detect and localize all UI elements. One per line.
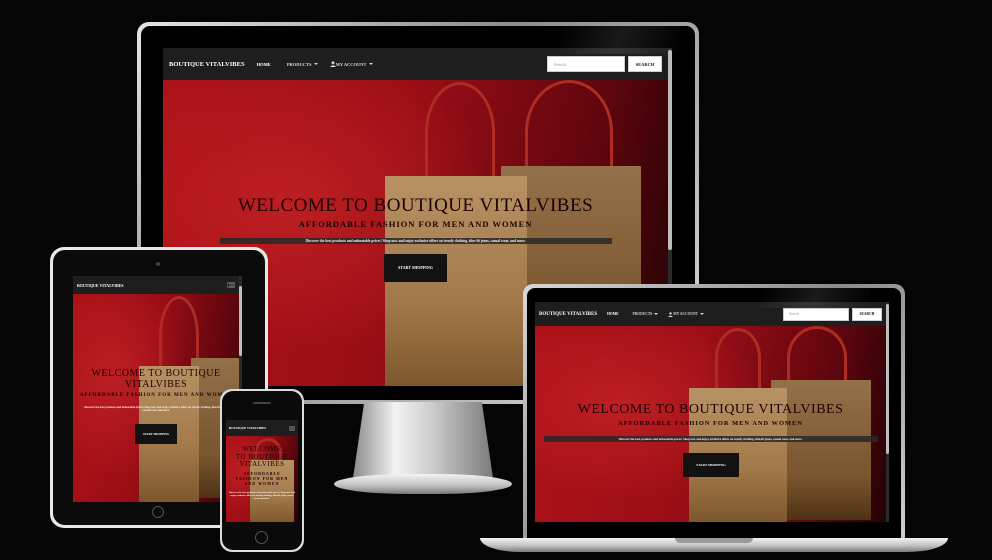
desktop-search-form: Search SEARCH <box>547 56 662 72</box>
laptop-navbar: BOUTIQUE VITALVIBES HOME PRODUCTS MY ACC… <box>535 302 886 326</box>
desktop-search-placeholder: Search <box>554 61 567 67</box>
tablet-hero-title-line2: VITALVIBES <box>124 379 188 390</box>
hamburger-icon <box>290 426 294 430</box>
caret-down-icon <box>368 63 373 65</box>
phone-speaker <box>253 402 271 404</box>
caret-down-icon <box>700 313 705 315</box>
desktop-nav-home[interactable]: HOME <box>257 62 271 67</box>
laptop-nav-products[interactable]: PRODUCTS <box>633 312 659 316</box>
caret-down-icon <box>313 63 318 65</box>
desktop-navbar: BOUTIQUE VITALVIBES HOME PRODUCTS MY ACC… <box>163 48 668 80</box>
laptop-hero-title: WELCOME TO BOUTIQUE VITALVIBES <box>577 402 844 417</box>
phone-hero-subtitle-line2: FASHION FOR MEN <box>235 475 289 481</box>
phone-navbar: BOUTIQUE VITALVIBES <box>226 420 298 436</box>
desktop-nav-products-label: PRODUCTS <box>286 61 312 67</box>
tablet-hero-banner: WELCOME TO BOUTIQUE VITALVIBES AFFORDABL… <box>73 294 239 502</box>
tablet-hero-subtitle: AFFORDABLE FASHION FOR MEN AND WOMEN <box>79 393 233 398</box>
desktop-hero-subtitle: AFFORDABLE FASHION FOR MEN AND WOMEN <box>298 219 533 229</box>
laptop-nav-products-label: PRODUCTS <box>632 312 653 316</box>
phone-hero-title-line3: VITALVIBES <box>239 460 285 468</box>
desktop-search-button[interactable]: SEARCH <box>628 56 662 72</box>
desktop-nav-account[interactable]: MY ACCOUNT <box>329 61 373 67</box>
hamburger-icon <box>228 283 234 287</box>
tablet-hero-description: Discover the best products and unbeatabl… <box>84 405 228 412</box>
desktop-hero-title: WELCOME TO BOUTIQUE VITALVIBES <box>237 195 594 216</box>
laptop-search-placeholder: Search <box>789 312 799 316</box>
laptop-nav-account[interactable]: MY ACCOUNT <box>668 311 705 317</box>
desktop-nav-account-label: MY ACCOUNT <box>335 61 367 67</box>
tablet-navbar: BOUTIQUE VITALVIBES <box>73 276 239 294</box>
monitor-stand-neck <box>353 402 493 478</box>
laptop-hero-description: Discover the best products and unbeatabl… <box>543 436 878 442</box>
desktop-brand-link[interactable]: BOUTIQUE VITALVIBES <box>169 61 245 68</box>
tablet-menu-toggle[interactable] <box>227 282 235 288</box>
laptop-scrollbar[interactable] <box>886 302 889 522</box>
desktop-start-shopping-button[interactable]: START SHOPPING <box>384 254 447 282</box>
phone-hero-banner: WELCOME TO BOUTIQUE VITALVIBES AFFORDABL… <box>226 436 298 522</box>
tablet-brand-link[interactable]: BOUTIQUE VITALVIBES <box>77 283 124 288</box>
phone-home-button <box>255 531 268 544</box>
laptop-nav-account-label: MY ACCOUNT <box>673 312 699 316</box>
tablet-hero-title-line1: WELCOME TO BOUTIQUE <box>91 368 221 379</box>
desktop-hero-description: Discover the best products and unbeatabl… <box>219 238 612 244</box>
tablet-home-button <box>152 506 164 518</box>
phone-hero-description: Discover the best products and unbeatabl… <box>229 490 295 500</box>
laptop-brand-link[interactable]: BOUTIQUE VITALVIBES <box>539 312 597 317</box>
tablet-start-shopping-button[interactable]: START SHOPPING <box>135 424 177 444</box>
laptop-notch <box>675 538 753 543</box>
laptop-search-input[interactable]: Search <box>783 307 849 321</box>
desktop-scrollbar-thumb[interactable] <box>668 50 672 250</box>
desktop-search-input[interactable]: Search <box>547 56 625 72</box>
desktop-nav-products[interactable]: PRODUCTS <box>287 62 318 67</box>
tablet-camera <box>156 262 160 266</box>
phone-menu-toggle[interactable] <box>289 425 295 431</box>
laptop-start-shopping-button[interactable]: START SHOPPING <box>683 453 739 477</box>
laptop-search-button[interactable]: SEARCH <box>852 307 882 321</box>
monitor-stand-base <box>334 474 512 494</box>
laptop-search-form: Search SEARCH <box>783 307 882 321</box>
caret-down-icon <box>654 313 659 315</box>
laptop-hero-subtitle: AFFORDABLE FASHION FOR MEN AND WOMEN <box>618 420 803 427</box>
phone-hero-subtitle-line3: AND WOMEN <box>244 480 280 486</box>
laptop-hero-banner: WELCOME TO BOUTIQUE VITALVIBES AFFORDABL… <box>535 326 886 522</box>
phone-brand-link[interactable]: BOUTIQUE VITALVIBES <box>229 426 266 430</box>
laptop-nav-home[interactable]: HOME <box>607 312 618 316</box>
